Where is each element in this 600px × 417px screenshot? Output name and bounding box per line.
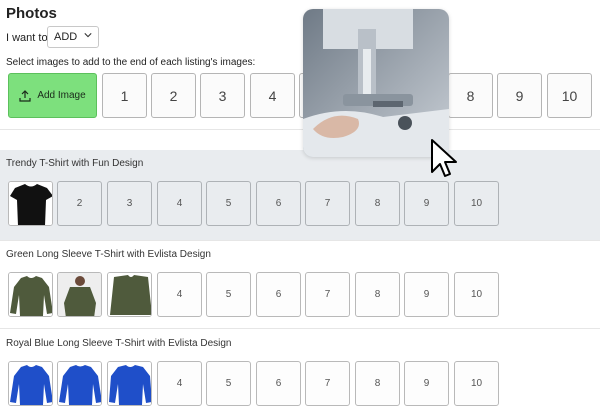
image-slot-2[interactable]: 2	[57, 181, 102, 226]
image-slot-6[interactable]: 6	[256, 361, 301, 406]
image-number-button-9[interactable]: 9	[497, 73, 542, 118]
listing-title: Trendy T-Shirt with Fun Design	[6, 158, 144, 169]
listing-thumbnail[interactable]	[8, 361, 53, 406]
blue-longsleeve-side-image	[108, 362, 151, 405]
image-slot-7[interactable]: 7	[305, 181, 350, 226]
listing-row: Royal Blue Long Sleeve T-Shirt with Evli…	[0, 329, 600, 417]
listing-thumbnail[interactable]	[8, 272, 53, 317]
green-longsleeve-folded-image	[108, 273, 151, 316]
listing-thumbnail[interactable]	[107, 272, 152, 317]
upload-icon	[19, 89, 31, 102]
sewing-machine-image	[303, 9, 449, 157]
add-image-label: Add Image	[37, 90, 86, 101]
image-slot-9[interactable]: 9	[404, 181, 449, 226]
image-slot-9[interactable]: 9	[404, 361, 449, 406]
listing-thumbnail[interactable]	[107, 361, 152, 406]
image-slot-4[interactable]: 4	[157, 272, 202, 317]
image-number-button-4[interactable]: 4	[250, 73, 295, 118]
mode-label: I want to	[6, 32, 48, 44]
divider	[0, 129, 600, 130]
image-slot-8[interactable]: 8	[355, 361, 400, 406]
image-slot-7[interactable]: 7	[305, 272, 350, 317]
blue-longsleeve-image	[9, 362, 52, 405]
image-slot-9[interactable]: 9	[404, 272, 449, 317]
image-slot-8[interactable]: 8	[355, 272, 400, 317]
green-longsleeve-image	[9, 273, 52, 316]
mode-select[interactable]: ADD	[47, 26, 99, 48]
chevron-down-icon	[84, 33, 92, 38]
listing-title: Green Long Sleeve T-Shirt with Evlista D…	[6, 249, 211, 260]
listing-thumbnail[interactable]	[8, 181, 53, 226]
image-number-button-8[interactable]: 8	[448, 73, 493, 118]
listing-row: Trendy T-Shirt with Fun Design 2 3 4 5 6…	[0, 150, 600, 240]
photos-header: Photos I want to ADD Select images to ad…	[0, 0, 600, 150]
image-slot-5[interactable]: 5	[206, 181, 251, 226]
listing-title: Royal Blue Long Sleeve T-Shirt with Evli…	[6, 338, 232, 349]
dragged-photo-preview[interactable]	[303, 9, 449, 157]
image-slot-10[interactable]: 10	[454, 361, 499, 406]
listing-row: Green Long Sleeve T-Shirt with Evlista D…	[0, 241, 600, 329]
listing-thumbnail[interactable]	[57, 361, 102, 406]
image-slot-10[interactable]: 10	[454, 272, 499, 317]
image-slot-5[interactable]: 5	[206, 272, 251, 317]
image-slot-6[interactable]: 6	[256, 272, 301, 317]
image-slot-3[interactable]: 3	[107, 181, 152, 226]
image-slot-10[interactable]: 10	[454, 181, 499, 226]
image-slot-8[interactable]: 8	[355, 181, 400, 226]
page-title: Photos	[6, 5, 57, 22]
image-number-button-1[interactable]: 1	[102, 73, 147, 118]
black-tshirt-image	[9, 182, 52, 225]
image-number-button-2[interactable]: 2	[151, 73, 196, 118]
instruction-text: Select images to add to the end of each …	[6, 57, 256, 68]
image-slot-4[interactable]: 4	[157, 361, 202, 406]
image-slot-6[interactable]: 6	[256, 181, 301, 226]
green-longsleeve-model-image	[58, 273, 101, 316]
add-image-button[interactable]: Add Image	[8, 73, 97, 118]
image-number-button-3[interactable]: 3	[200, 73, 245, 118]
image-slot-5[interactable]: 5	[206, 361, 251, 406]
image-slot-7[interactable]: 7	[305, 361, 350, 406]
blue-longsleeve-back-image	[58, 362, 101, 405]
listing-thumbnail[interactable]	[57, 272, 102, 317]
image-slot-4[interactable]: 4	[157, 181, 202, 226]
mouse-pointer-icon	[431, 139, 457, 177]
mode-select-value: ADD	[54, 31, 78, 43]
image-number-button-10[interactable]: 10	[547, 73, 592, 118]
